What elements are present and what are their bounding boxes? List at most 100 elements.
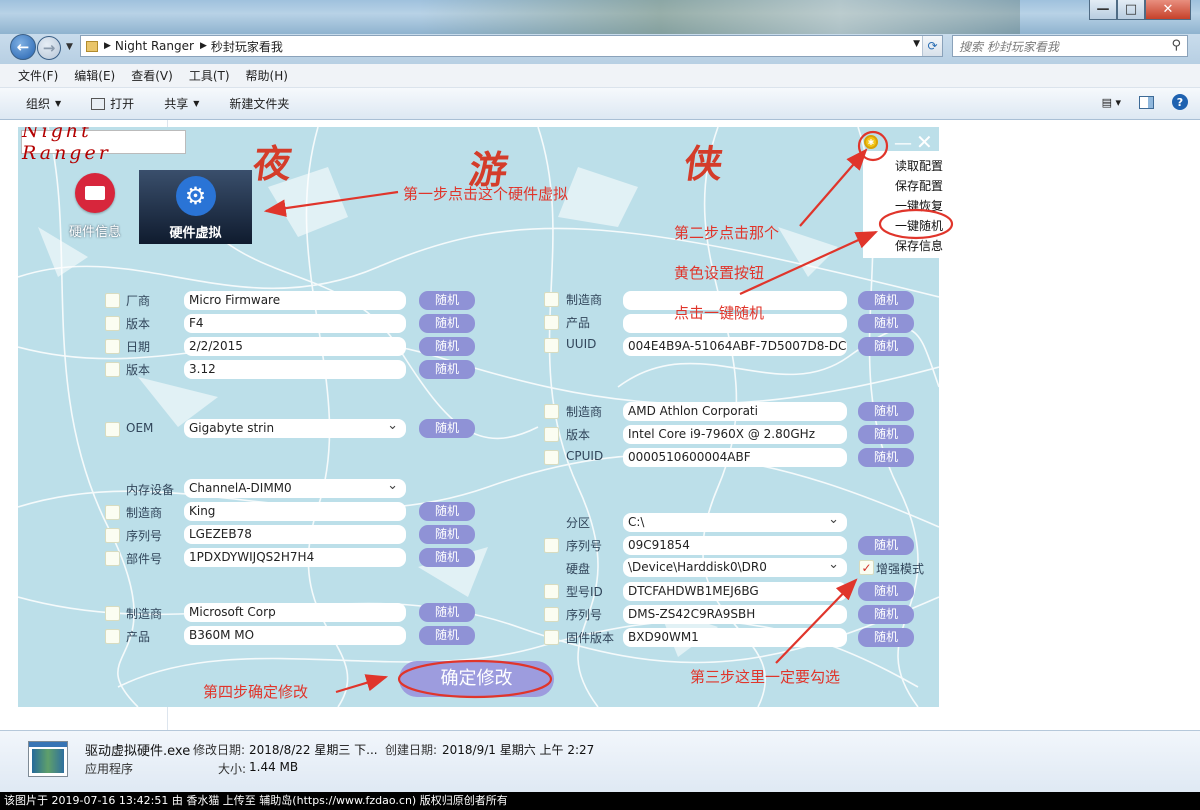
board-maker-random-button[interactable]: 随机 (419, 603, 475, 622)
details-file-type: 应用程序 (85, 762, 134, 776)
bios-release-checkbox[interactable] (105, 362, 120, 377)
volume-serial-random-button[interactable]: 随机 (858, 536, 914, 555)
menu-help[interactable]: 帮助(H) (246, 67, 288, 84)
system-uuid-random-button[interactable]: 随机 (858, 337, 914, 356)
memory-serial-random-button[interactable]: 随机 (419, 525, 475, 544)
system-maker-random-button[interactable]: 随机 (858, 291, 914, 310)
menu-item-save-info[interactable]: 保存信息 (895, 236, 970, 256)
cpu-id-checkbox[interactable] (544, 450, 559, 465)
board-product-field[interactable]: B360M MO (184, 626, 406, 645)
memory-part-checkbox[interactable] (105, 551, 120, 566)
breadcrumb-item[interactable]: Night Ranger (115, 39, 194, 53)
refresh-icon[interactable]: ⟳ (922, 36, 942, 56)
system-uuid-checkbox[interactable] (544, 338, 559, 353)
bios-release-field[interactable]: 3.12 (184, 360, 406, 379)
enhanced-mode-checkbox[interactable]: ✓ (859, 560, 874, 575)
disk-select[interactable]: \Device\Harddisk0\DR0 (623, 558, 847, 577)
close-button[interactable]: ✕ (1145, 0, 1191, 20)
system-uuid-field[interactable]: 004E4B9A-51064ABF-7D5007D8-DC9 (623, 337, 847, 356)
bios-vendor-field[interactable]: Micro Firmware (184, 291, 406, 310)
menu-item-randomize[interactable]: 一键随机 (895, 216, 970, 236)
view-options-icon[interactable]: ▤ ▾ (1102, 96, 1121, 109)
memory-part-field[interactable]: 1PDXDYWIJQS2H7H4 (184, 548, 406, 567)
organize-button[interactable]: 组织 ▼ (26, 95, 61, 112)
search-icon[interactable]: ⚲ (1171, 38, 1181, 53)
disk-serial-checkbox[interactable] (544, 607, 559, 622)
cpu-id-field[interactable]: 0000510600004ABF (623, 448, 847, 467)
bios-version-random-button[interactable]: 随机 (419, 314, 475, 333)
board-maker-checkbox[interactable] (105, 606, 120, 621)
disk-firmware-random-button[interactable]: 随机 (858, 628, 914, 647)
disk-firmware-checkbox[interactable] (544, 630, 559, 645)
disk-model-checkbox[interactable] (544, 584, 559, 599)
volume-serial-field[interactable]: 09C91854 (623, 536, 847, 555)
board-product-random-button[interactable]: 随机 (419, 626, 475, 645)
cpu-maker-random-button[interactable]: 随机 (858, 402, 914, 421)
scrollbar[interactable] (1190, 120, 1200, 730)
bios-date-field[interactable]: 2/2/2015 (184, 337, 406, 356)
system-maker-checkbox[interactable] (544, 292, 559, 307)
board-maker-field[interactable]: Microsoft Corp (184, 603, 406, 622)
cpu-maker-field[interactable]: AMD Athlon Corporati (623, 402, 847, 421)
cpu-id-random-button[interactable]: 随机 (858, 448, 914, 467)
cpu-version-field[interactable]: Intel Core i9-7960X @ 2.80GHz (623, 425, 847, 444)
menu-tools[interactable]: 工具(T) (189, 67, 230, 84)
bios-vendor-random-button[interactable]: 随机 (419, 291, 475, 310)
menu-view[interactable]: 查看(V) (131, 67, 173, 84)
forward-button[interactable]: → (37, 36, 61, 60)
confirm-modify-button[interactable]: 确定修改 (399, 661, 554, 697)
cpu-version-random-button[interactable]: 随机 (858, 425, 914, 444)
menu-edit[interactable]: 编辑(E) (74, 67, 115, 84)
disk-value: \Device\Harddisk0\DR0 (628, 560, 767, 574)
share-button[interactable]: 共享 ▼ (164, 95, 199, 112)
nav-hardware-info[interactable]: 硬件信息 (52, 173, 138, 245)
memory-maker-checkbox[interactable] (105, 505, 120, 520)
disk-serial-field[interactable]: DMS-ZS42C9RA9SBH (623, 605, 847, 624)
gear-icon: ⚙ (175, 176, 216, 216)
open-button[interactable]: 打开 (91, 95, 134, 112)
cpu-maker-checkbox[interactable] (544, 404, 559, 419)
menu-item-restore[interactable]: 一键恢复 (895, 196, 970, 216)
new-folder-button[interactable]: 新建文件夹 (229, 95, 289, 112)
nav-hardware-virtual[interactable]: ⚙ 硬件虚拟 (139, 170, 252, 244)
back-button[interactable]: ← (10, 34, 36, 60)
disk-model-random-button[interactable]: 随机 (858, 582, 914, 601)
disk-serial-random-button[interactable]: 随机 (858, 605, 914, 624)
memory-serial-field[interactable]: LGEZEB78 (184, 525, 406, 544)
address-bar[interactable]: ▶ Night Ranger ▶ 秒封玩家看我 ▼ ⟳ (80, 35, 943, 57)
volume-serial-checkbox[interactable] (544, 538, 559, 553)
search-input[interactable]: 搜索 秒封玩家看我 ⚲ (952, 35, 1188, 57)
bios-date-checkbox[interactable] (105, 339, 120, 354)
oem-random-button[interactable]: 随机 (419, 419, 475, 438)
address-dropdown-icon[interactable]: ▼ (913, 39, 920, 49)
memory-part-random-button[interactable]: 随机 (419, 548, 475, 567)
bios-version-checkbox[interactable] (105, 316, 120, 331)
board-product-checkbox[interactable] (105, 629, 120, 644)
menu-item-save-config[interactable]: 保存配置 (895, 176, 970, 196)
memory-maker-field[interactable]: King (184, 502, 406, 521)
disk-firmware-field[interactable]: BXD90WM1 (623, 628, 847, 647)
help-icon[interactable]: ? (1172, 94, 1188, 110)
memory-maker-random-button[interactable]: 随机 (419, 502, 475, 521)
memory-device-select[interactable]: ChannelA-DIMM0 (184, 479, 406, 498)
system-product-checkbox[interactable] (544, 315, 559, 330)
breadcrumb-item[interactable]: 秒封玩家看我 (211, 38, 283, 55)
oem-select[interactable]: Gigabyte strin (184, 419, 406, 438)
bios-release-random-button[interactable]: 随机 (419, 360, 475, 379)
preview-pane-icon[interactable] (1139, 95, 1154, 109)
cpu-version-checkbox[interactable] (544, 427, 559, 442)
disk-model-field[interactable]: DTCFAHDWB1MEJ6BG (623, 582, 847, 601)
maximize-button[interactable]: □ (1117, 0, 1145, 20)
partition-select[interactable]: C:\ (623, 513, 847, 532)
menu-item-load-config[interactable]: 读取配置 (895, 156, 970, 176)
bios-date-random-button[interactable]: 随机 (419, 337, 475, 356)
menu-file[interactable]: 文件(F) (18, 67, 58, 84)
minimize-button[interactable]: — (1089, 0, 1117, 20)
bios-version-field[interactable]: F4 (184, 314, 406, 333)
memory-serial-checkbox[interactable] (105, 528, 120, 543)
bios-vendor-checkbox[interactable] (105, 293, 120, 308)
settings-gear-icon[interactable]: ✱ (864, 135, 878, 149)
recent-pages-dropdown[interactable]: ▼ (66, 42, 73, 52)
system-product-random-button[interactable]: 随机 (858, 314, 914, 333)
oem-checkbox[interactable] (105, 422, 120, 437)
